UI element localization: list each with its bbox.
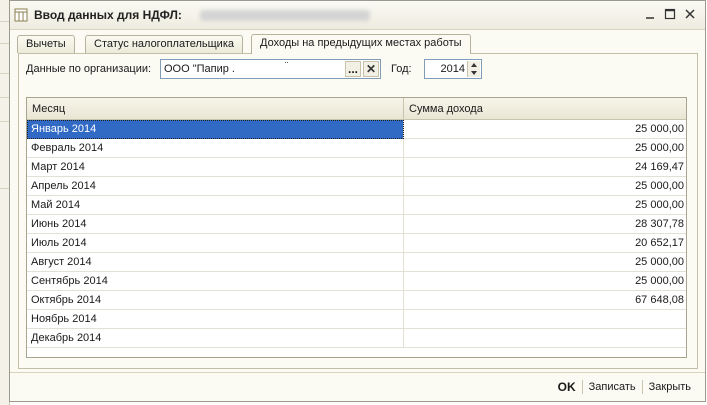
amount-cell[interactable]: 67 648,08 (404, 291, 686, 310)
spin-up-icon[interactable] (471, 63, 477, 67)
window-title: Ввод данных для НДФЛ: (34, 8, 182, 22)
year-stepper[interactable]: 2014 (424, 59, 482, 79)
table-row[interactable]: Октябрь 2014 67 648,08 (27, 291, 686, 310)
year-spin-button[interactable] (467, 61, 480, 77)
amount-cell[interactable]: 20 652,17 (404, 234, 686, 253)
year-value: 2014 (440, 63, 465, 75)
amount-cell[interactable]: 25 000,00 (404, 272, 686, 291)
table-row[interactable]: Январь 2014 25 000,00 (27, 120, 686, 139)
ok-button[interactable]: OK (552, 380, 582, 394)
year-label: Год: (391, 63, 412, 75)
amount-cell[interactable]: 24 169,47 (404, 158, 686, 177)
amount-cell[interactable] (404, 310, 686, 329)
close-button[interactable] (681, 5, 699, 23)
month-cell[interactable]: Октябрь 2014 (27, 291, 404, 310)
table-row[interactable]: Февраль 2014 25 000,00 (27, 139, 686, 158)
tab-previous-jobs-income[interactable]: Доходы на предыдущих местах работы (251, 34, 471, 54)
select-organization-button[interactable]: ... (345, 61, 361, 77)
month-cell[interactable]: Июль 2014 (27, 234, 404, 253)
month-cell[interactable]: Январь 2014 (27, 120, 404, 139)
tab-taxpayer-status[interactable]: Статус налогоплательщика (85, 35, 244, 53)
table-row[interactable]: Май 2014 25 000,00 (27, 196, 686, 215)
month-cell[interactable]: Август 2014 (27, 253, 404, 272)
amount-cell[interactable] (404, 329, 686, 348)
month-cell[interactable]: Май 2014 (27, 196, 404, 215)
redacted-title-part (200, 10, 370, 21)
amount-cell[interactable]: 25 000,00 (404, 139, 686, 158)
save-button[interactable]: Записать (583, 381, 642, 393)
table-header: Месяц Сумма дохода (27, 98, 686, 120)
month-cell[interactable]: Сентябрь 2014 (27, 272, 404, 291)
column-header-month[interactable]: Месяц (27, 98, 404, 120)
month-cell[interactable]: Ноябрь 2014 (27, 310, 404, 329)
column-header-amount[interactable]: Сумма дохода (404, 98, 686, 120)
table-row[interactable]: Март 2014 24 169,47 (27, 158, 686, 177)
month-cell[interactable]: Июнь 2014 (27, 215, 404, 234)
table-form-icon (14, 8, 28, 22)
table-row[interactable]: Апрель 2014 25 000,00 (27, 177, 686, 196)
amount-cell[interactable]: 25 000,00 (404, 196, 686, 215)
amount-cell[interactable]: 25 000,00 (404, 253, 686, 272)
table-row[interactable]: Декабрь 2014 (27, 329, 686, 348)
org-label: Данные по организации: (26, 63, 152, 75)
organization-field[interactable]: ООО "Папир . ¨ ... ✕ (160, 59, 381, 79)
table-row[interactable]: Август 2014 25 000,00 (27, 253, 686, 272)
month-cell[interactable]: Февраль 2014 (27, 139, 404, 158)
dialog-footer: OK Записать Закрыть (552, 380, 697, 394)
table-row[interactable]: Июль 2014 20 652,17 (27, 234, 686, 253)
ndfl-input-window: Ввод данных для НДФЛ: Вычеты Статус нало… (9, 0, 706, 402)
income-table[interactable]: Месяц Сумма дохода Январь 2014 25 000,00 Ф… (26, 97, 687, 358)
month-cell[interactable]: Декабрь 2014 (27, 329, 404, 348)
footer-divider (10, 372, 705, 373)
organization-value: ООО "Папир . (164, 63, 235, 75)
organization-value-mark: ¨ (285, 61, 289, 72)
amount-cell[interactable]: 25 000,00 (404, 177, 686, 196)
clear-organization-button[interactable]: ✕ (363, 61, 379, 77)
month-cell[interactable]: Апрель 2014 (27, 177, 404, 196)
close-dialog-button[interactable]: Закрыть (643, 381, 697, 393)
amount-cell[interactable]: 25 000,00 (404, 120, 686, 139)
table-body: Январь 2014 25 000,00 Февраль 2014 25 000,0… (27, 120, 686, 348)
table-row[interactable]: Сентябрь 2014 25 000,00 (27, 272, 686, 291)
minimize-button[interactable] (641, 5, 659, 23)
spin-down-icon[interactable] (471, 71, 477, 75)
title-bar[interactable]: Ввод данных для НДФЛ: (10, 1, 705, 30)
maximize-button[interactable] (661, 5, 679, 23)
amount-cell[interactable]: 28 307,78 (404, 215, 686, 234)
table-row[interactable]: Июнь 2014 28 307,78 (27, 215, 686, 234)
month-cell[interactable]: Март 2014 (27, 158, 404, 177)
table-row[interactable]: Ноябрь 2014 (27, 310, 686, 329)
tab-deductions[interactable]: Вычеты (17, 35, 75, 53)
